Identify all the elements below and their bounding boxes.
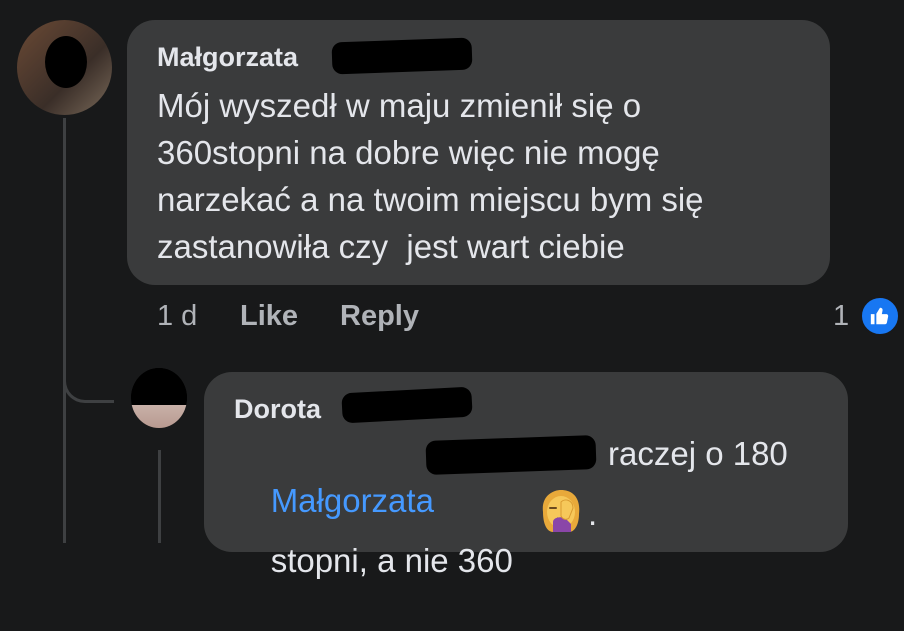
reaction-count[interactable]: 1 — [833, 300, 849, 333]
avatar-redaction — [45, 36, 87, 88]
reply-line-2: stopni, a nie 360 — [234, 490, 513, 631]
reaction-badge[interactable] — [860, 296, 900, 336]
thread-line-branch — [63, 360, 114, 403]
comment-line-2: 360stopni na dobre więc nie mogę — [157, 134, 660, 171]
comment-line-1: Mój wyszedł w maju zmienił się o — [157, 87, 642, 124]
commenter-avatar[interactable] — [17, 20, 112, 115]
comment-author[interactable]: Małgorzata — [157, 42, 298, 73]
reply-author[interactable]: Dorota — [234, 394, 321, 425]
mention-redaction — [425, 435, 597, 475]
face-palm-woman-emoji — [539, 488, 583, 534]
reply-line-2-end: . — [588, 495, 598, 532]
reply-avatar[interactable] — [131, 368, 187, 428]
comment-bubble: Małgorzata Mój wyszedł w maju zmienił si… — [127, 20, 830, 285]
reply-bubble: Dorota Małgorzata raczej o 180 stopni, a… — [204, 372, 848, 579]
like-button[interactable]: Like — [240, 300, 298, 333]
thumbs-up-icon — [870, 307, 889, 325]
thread-line-main — [63, 118, 66, 543]
reply-button[interactable]: Reply — [340, 300, 419, 333]
thread-line-reply — [158, 450, 161, 543]
comment-timestamp[interactable]: 1 d — [157, 300, 197, 333]
comment-line-4: zastanowiła czy jest wart ciebie — [157, 228, 625, 265]
author-surname-redaction — [331, 37, 473, 75]
reply-author-redaction — [341, 386, 473, 424]
reply-line-1-rest: raczej o 180 — [608, 435, 788, 472]
comment-line-3: narzekać a na twoim miejscu bym się — [157, 181, 704, 218]
reply-line-2-text: stopni, a nie 360 — [270, 542, 513, 579]
reply-avatar-redaction — [131, 368, 187, 402]
